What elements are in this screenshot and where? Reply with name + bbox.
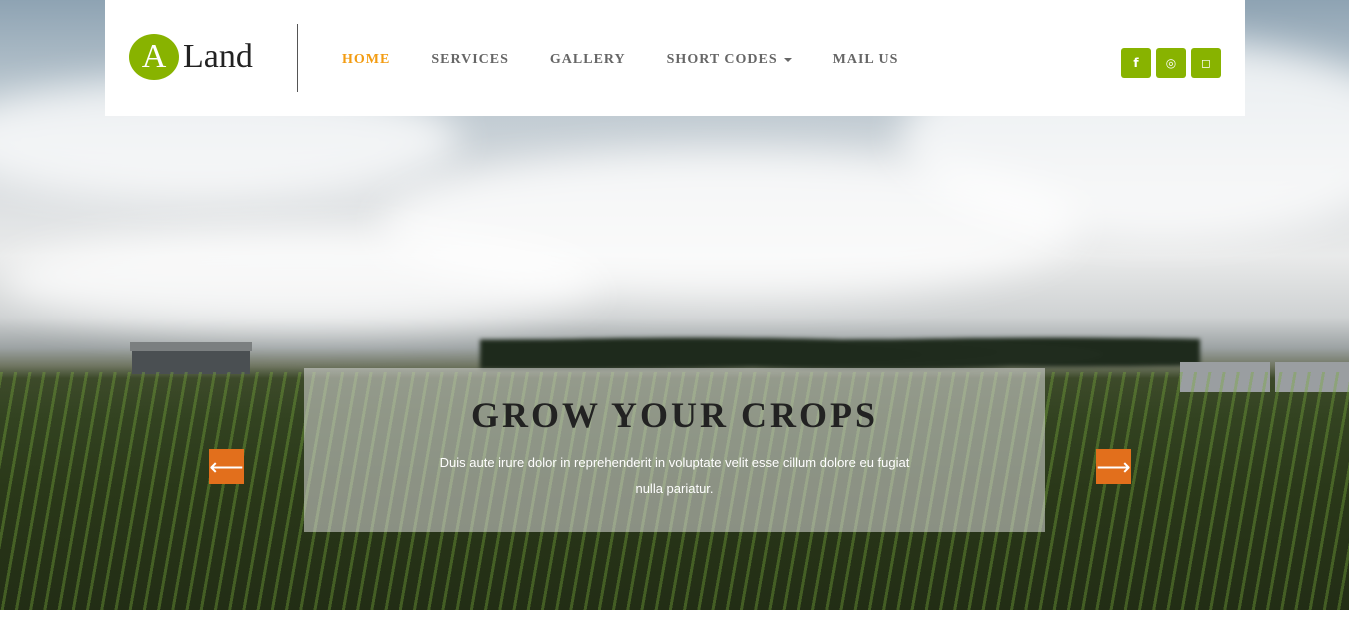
dribbble-icon[interactable]: ◎	[1156, 48, 1186, 78]
barn	[130, 342, 252, 374]
slide-text: Duis aute irure dolor in reprehenderit i…	[439, 455, 910, 496]
slide-caption: GROW YOUR CROPS Duis aute irure dolor in…	[304, 368, 1045, 532]
logo[interactable]: A Land	[129, 34, 253, 80]
main-menu: HOME SERVICES GALLERY SHORT CODES MAIL U…	[342, 52, 939, 68]
nav-item-label: GALLERY	[549, 52, 626, 67]
logo-mark: A	[129, 34, 179, 80]
navbar: A Land HOME SERVICES GALLERY SHORT CODES…	[105, 0, 1245, 116]
nav-item-label: HOME	[342, 52, 391, 67]
nav-item-gallery[interactable]: GALLERY	[550, 52, 626, 68]
nav-item-label: MAIL US	[832, 52, 899, 67]
nav-item-short-codes[interactable]: SHORT CODES	[667, 52, 792, 68]
slider-next-button[interactable]: ⟶	[1096, 449, 1131, 484]
nav-item-mail-us[interactable]: MAIL US	[833, 52, 899, 68]
nav-item-home[interactable]: HOME	[342, 52, 390, 68]
nav-item-label: SERVICES	[431, 52, 509, 67]
facebook-icon[interactable]: f	[1121, 48, 1151, 78]
slide-title: GROW YOUR CROPS	[470, 395, 879, 435]
logo-text: Land	[183, 38, 253, 75]
cloud	[0, 230, 600, 330]
instagram-icon[interactable]: ◻	[1191, 48, 1221, 78]
nav-item-label: SHORT CODES	[666, 52, 778, 67]
tree-line	[480, 328, 1200, 372]
nav-divider	[297, 24, 298, 92]
arrow-left-icon: ⟵	[209, 452, 244, 481]
arrow-right-icon: ⟶	[1096, 452, 1131, 481]
nav-item-services[interactable]: SERVICES	[431, 52, 509, 68]
slider-prev-button[interactable]: ⟵	[209, 449, 244, 484]
social-links: f ◎ ◻	[1116, 48, 1221, 78]
caret-down-icon	[783, 58, 792, 62]
